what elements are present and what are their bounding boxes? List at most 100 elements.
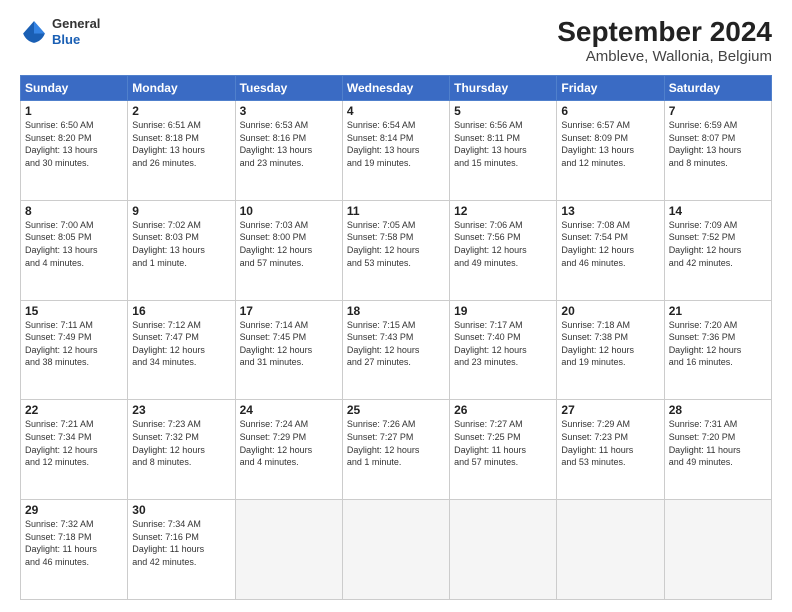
table-row: 30Sunrise: 7:34 AMSunset: 7:16 PMDayligh… bbox=[128, 500, 235, 600]
table-row: 4Sunrise: 6:54 AMSunset: 8:14 PMDaylight… bbox=[342, 101, 449, 201]
table-row: 1Sunrise: 6:50 AMSunset: 8:20 PMDaylight… bbox=[21, 101, 128, 201]
table-row: 3Sunrise: 6:53 AMSunset: 8:16 PMDaylight… bbox=[235, 101, 342, 201]
table-row bbox=[235, 500, 342, 600]
day-info: Sunrise: 7:24 AMSunset: 7:29 PMDaylight:… bbox=[240, 418, 338, 468]
calendar-title: September 2024 bbox=[557, 16, 772, 48]
day-info: Sunrise: 6:54 AMSunset: 8:14 PMDaylight:… bbox=[347, 119, 445, 169]
day-num: 15 bbox=[25, 304, 123, 318]
table-row bbox=[664, 500, 771, 600]
page: General Blue September 2024 Ambleve, Wal… bbox=[0, 0, 792, 612]
col-tuesday: Tuesday bbox=[235, 76, 342, 101]
day-info: Sunrise: 7:23 AMSunset: 7:32 PMDaylight:… bbox=[132, 418, 230, 468]
day-num: 7 bbox=[669, 104, 767, 118]
logo-blue: Blue bbox=[52, 32, 100, 48]
day-info: Sunrise: 7:06 AMSunset: 7:56 PMDaylight:… bbox=[454, 219, 552, 269]
day-num: 17 bbox=[240, 304, 338, 318]
table-row: 12Sunrise: 7:06 AMSunset: 7:56 PMDayligh… bbox=[450, 200, 557, 300]
table-row: 11Sunrise: 7:05 AMSunset: 7:58 PMDayligh… bbox=[342, 200, 449, 300]
col-wednesday: Wednesday bbox=[342, 76, 449, 101]
day-num: 8 bbox=[25, 204, 123, 218]
day-num: 26 bbox=[454, 403, 552, 417]
day-num: 29 bbox=[25, 503, 123, 517]
table-row: 13Sunrise: 7:08 AMSunset: 7:54 PMDayligh… bbox=[557, 200, 664, 300]
table-row: 10Sunrise: 7:03 AMSunset: 8:00 PMDayligh… bbox=[235, 200, 342, 300]
calendar-table: Sunday Monday Tuesday Wednesday Thursday… bbox=[20, 75, 772, 600]
day-num: 13 bbox=[561, 204, 659, 218]
table-row: 18Sunrise: 7:15 AMSunset: 7:43 PMDayligh… bbox=[342, 300, 449, 400]
table-row: 6Sunrise: 6:57 AMSunset: 8:09 PMDaylight… bbox=[557, 101, 664, 201]
week-row-2: 8Sunrise: 7:00 AMSunset: 8:05 PMDaylight… bbox=[21, 200, 772, 300]
header: General Blue September 2024 Ambleve, Wal… bbox=[20, 16, 772, 65]
table-row: 7Sunrise: 6:59 AMSunset: 8:07 PMDaylight… bbox=[664, 101, 771, 201]
table-row: 16Sunrise: 7:12 AMSunset: 7:47 PMDayligh… bbox=[128, 300, 235, 400]
day-info: Sunrise: 7:21 AMSunset: 7:34 PMDaylight:… bbox=[25, 418, 123, 468]
day-num: 28 bbox=[669, 403, 767, 417]
table-row bbox=[557, 500, 664, 600]
day-info: Sunrise: 7:32 AMSunset: 7:18 PMDaylight:… bbox=[25, 518, 123, 568]
col-sunday: Sunday bbox=[21, 76, 128, 101]
day-num: 1 bbox=[25, 104, 123, 118]
day-info: Sunrise: 7:20 AMSunset: 7:36 PMDaylight:… bbox=[669, 319, 767, 369]
title-block: September 2024 Ambleve, Wallonia, Belgiu… bbox=[557, 16, 772, 65]
day-info: Sunrise: 7:26 AMSunset: 7:27 PMDaylight:… bbox=[347, 418, 445, 468]
col-thursday: Thursday bbox=[450, 76, 557, 101]
day-info: Sunrise: 7:15 AMSunset: 7:43 PMDaylight:… bbox=[347, 319, 445, 369]
day-num: 18 bbox=[347, 304, 445, 318]
table-row: 2Sunrise: 6:51 AMSunset: 8:18 PMDaylight… bbox=[128, 101, 235, 201]
table-row: 8Sunrise: 7:00 AMSunset: 8:05 PMDaylight… bbox=[21, 200, 128, 300]
day-num: 27 bbox=[561, 403, 659, 417]
table-row: 24Sunrise: 7:24 AMSunset: 7:29 PMDayligh… bbox=[235, 400, 342, 500]
day-info: Sunrise: 6:51 AMSunset: 8:18 PMDaylight:… bbox=[132, 119, 230, 169]
day-info: Sunrise: 7:27 AMSunset: 7:25 PMDaylight:… bbox=[454, 418, 552, 468]
day-info: Sunrise: 6:50 AMSunset: 8:20 PMDaylight:… bbox=[25, 119, 123, 169]
day-info: Sunrise: 7:11 AMSunset: 7:49 PMDaylight:… bbox=[25, 319, 123, 369]
day-info: Sunrise: 7:18 AMSunset: 7:38 PMDaylight:… bbox=[561, 319, 659, 369]
table-row bbox=[450, 500, 557, 600]
day-info: Sunrise: 7:14 AMSunset: 7:45 PMDaylight:… bbox=[240, 319, 338, 369]
day-num: 22 bbox=[25, 403, 123, 417]
day-info: Sunrise: 7:17 AMSunset: 7:40 PMDaylight:… bbox=[454, 319, 552, 369]
day-info: Sunrise: 6:57 AMSunset: 8:09 PMDaylight:… bbox=[561, 119, 659, 169]
table-row: 21Sunrise: 7:20 AMSunset: 7:36 PMDayligh… bbox=[664, 300, 771, 400]
logo: General Blue bbox=[20, 16, 100, 47]
table-row: 29Sunrise: 7:32 AMSunset: 7:18 PMDayligh… bbox=[21, 500, 128, 600]
day-info: Sunrise: 7:31 AMSunset: 7:20 PMDaylight:… bbox=[669, 418, 767, 468]
day-info: Sunrise: 7:00 AMSunset: 8:05 PMDaylight:… bbox=[25, 219, 123, 269]
day-info: Sunrise: 7:29 AMSunset: 7:23 PMDaylight:… bbox=[561, 418, 659, 468]
day-num: 25 bbox=[347, 403, 445, 417]
day-info: Sunrise: 7:03 AMSunset: 8:00 PMDaylight:… bbox=[240, 219, 338, 269]
table-row: 14Sunrise: 7:09 AMSunset: 7:52 PMDayligh… bbox=[664, 200, 771, 300]
week-row-5: 29Sunrise: 7:32 AMSunset: 7:18 PMDayligh… bbox=[21, 500, 772, 600]
day-num: 16 bbox=[132, 304, 230, 318]
table-row: 17Sunrise: 7:14 AMSunset: 7:45 PMDayligh… bbox=[235, 300, 342, 400]
table-row: 20Sunrise: 7:18 AMSunset: 7:38 PMDayligh… bbox=[557, 300, 664, 400]
day-info: Sunrise: 7:12 AMSunset: 7:47 PMDaylight:… bbox=[132, 319, 230, 369]
day-num: 24 bbox=[240, 403, 338, 417]
day-num: 9 bbox=[132, 204, 230, 218]
day-num: 5 bbox=[454, 104, 552, 118]
logo-icon bbox=[20, 18, 48, 46]
table-row: 15Sunrise: 7:11 AMSunset: 7:49 PMDayligh… bbox=[21, 300, 128, 400]
table-row: 27Sunrise: 7:29 AMSunset: 7:23 PMDayligh… bbox=[557, 400, 664, 500]
col-friday: Friday bbox=[557, 76, 664, 101]
table-row: 22Sunrise: 7:21 AMSunset: 7:34 PMDayligh… bbox=[21, 400, 128, 500]
day-num: 20 bbox=[561, 304, 659, 318]
day-num: 30 bbox=[132, 503, 230, 517]
day-num: 4 bbox=[347, 104, 445, 118]
day-info: Sunrise: 6:53 AMSunset: 8:16 PMDaylight:… bbox=[240, 119, 338, 169]
table-row: 23Sunrise: 7:23 AMSunset: 7:32 PMDayligh… bbox=[128, 400, 235, 500]
table-row: 25Sunrise: 7:26 AMSunset: 7:27 PMDayligh… bbox=[342, 400, 449, 500]
col-monday: Monday bbox=[128, 76, 235, 101]
day-num: 6 bbox=[561, 104, 659, 118]
day-info: Sunrise: 7:08 AMSunset: 7:54 PMDaylight:… bbox=[561, 219, 659, 269]
calendar-subtitle: Ambleve, Wallonia, Belgium bbox=[557, 48, 772, 65]
col-saturday: Saturday bbox=[664, 76, 771, 101]
table-row: 28Sunrise: 7:31 AMSunset: 7:20 PMDayligh… bbox=[664, 400, 771, 500]
day-num: 3 bbox=[240, 104, 338, 118]
week-row-4: 22Sunrise: 7:21 AMSunset: 7:34 PMDayligh… bbox=[21, 400, 772, 500]
table-row: 26Sunrise: 7:27 AMSunset: 7:25 PMDayligh… bbox=[450, 400, 557, 500]
week-row-1: 1Sunrise: 6:50 AMSunset: 8:20 PMDaylight… bbox=[21, 101, 772, 201]
day-info: Sunrise: 7:09 AMSunset: 7:52 PMDaylight:… bbox=[669, 219, 767, 269]
logo-text: General Blue bbox=[52, 16, 100, 47]
table-row: 19Sunrise: 7:17 AMSunset: 7:40 PMDayligh… bbox=[450, 300, 557, 400]
